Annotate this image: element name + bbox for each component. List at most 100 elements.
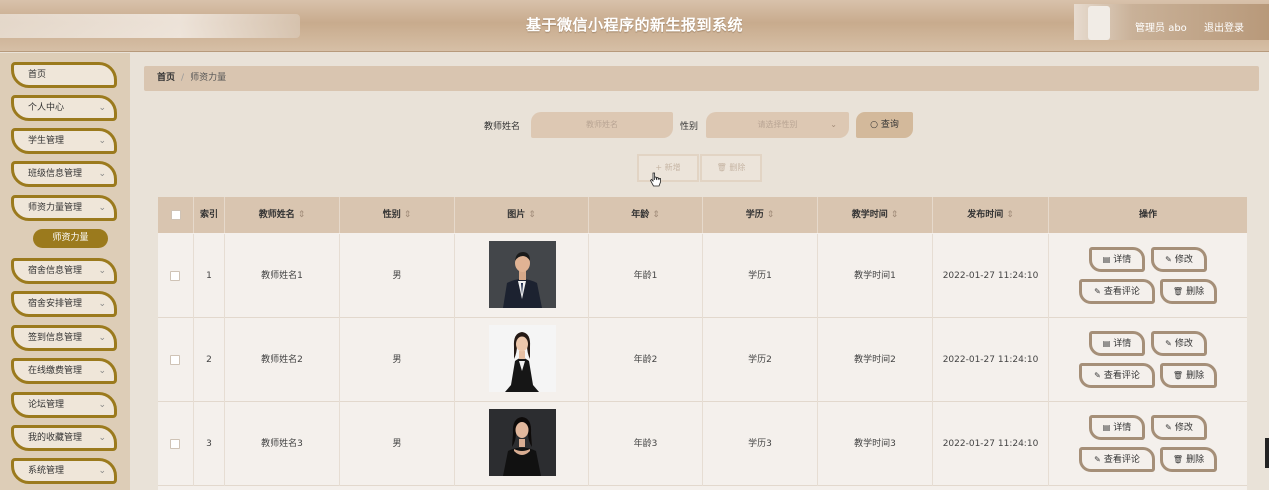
sidebar-item-label: 师资力量管理 [28,203,83,213]
sidebar-item-label: 我的收藏管理 [28,433,83,443]
breadcrumb-home[interactable]: 首页 [157,73,175,83]
cell-actions [1049,318,1247,402]
sort-icon: ⇕ [766,210,775,220]
pencil-icon: ✎ [1094,455,1101,464]
detail-button[interactable]: ▤ 详情 [1089,331,1145,356]
teacher-photo [489,241,556,308]
cell-gender: 男 [340,234,455,318]
teacher-photo [489,325,556,392]
trash-icon: 🗑 [716,163,730,172]
cell-age: 年龄1 [589,234,703,318]
teacher-photo [489,409,556,476]
delete-button[interactable]: 🗑 删除 [1160,363,1217,388]
sort-icon: ⇕ [890,210,899,220]
add-button[interactable]: + 新增 [637,154,699,182]
col-edu[interactable]: 学历 ⇕ [703,197,818,233]
cell-actions [1049,402,1247,486]
col-actions: 操作 [1138,210,1157,220]
col-gender[interactable]: 性别 ⇕ [340,197,455,233]
chevron-down-icon: ⌄ [98,466,106,476]
logout-link[interactable]: 退出登录 [1204,23,1244,34]
chevron-down-icon: ⌄ [98,299,106,309]
sort-icon: ⇕ [1006,210,1014,220]
trash-icon: 🗑 [1172,287,1184,296]
view-comments-button[interactable]: ✎ 查看评论 [1079,363,1155,388]
edit-button[interactable]: ✎ 修改 [1151,415,1207,440]
row-checkbox[interactable] [170,271,180,281]
sidebar-item-dorm-info[interactable]: 宿舍信息管理 ⌄ [11,258,117,284]
delete-button[interactable]: 🗑 删除 [1160,447,1217,472]
trash-icon: 🗑 [1172,371,1184,380]
cell-gender: 男 [340,318,455,402]
cell-name: 教师姓名1 [225,234,340,318]
view-comments-button[interactable]: ✎ 查看评论 [1079,447,1155,472]
sort-icon: ⇕ [528,210,536,220]
sidebar-item-favorites[interactable]: 我的收藏管理 ⌄ [11,425,117,451]
scrollbar-handle[interactable] [1265,438,1269,468]
sidebar-item-system[interactable]: 系统管理 ⌄ [11,458,117,484]
col-age[interactable]: 年龄 ⇕ [589,197,703,233]
select-all-checkbox[interactable] [171,210,181,220]
breadcrumb-current: 师资力量 [190,73,227,83]
plus-icon: + [655,163,665,172]
gender-label: 性别 [680,122,699,132]
batch-delete-button[interactable]: 🗑 删除 [700,154,762,182]
delete-button[interactable]: 🗑 删除 [1160,279,1217,304]
chevron-down-icon: ⌄ [98,433,106,443]
search-bar: 教师姓名 教师姓名 性别 请选择性别 ⌄ ○ 查询 [130,112,1269,138]
sidebar-item-home[interactable]: 首页 [11,62,117,88]
batch-delete-label: 删除 [729,163,746,172]
col-index: 索引 [194,197,225,233]
cell-name: 教师姓名3 [225,402,340,486]
row-checkbox[interactable] [170,355,180,365]
cell-publish-time: 2022-01-27 11:24:10 [933,402,1049,486]
cell-actions [1049,234,1247,318]
sidebar-item-label: 在线缴费管理 [28,366,83,376]
teacher-name-input[interactable]: 教师姓名 [531,112,673,138]
col-photo[interactable]: 图片 ⇕ [455,197,589,233]
sidebar-item-payment[interactable]: 在线缴费管理 ⌄ [11,358,117,384]
pencil-icon: ✎ [1165,339,1172,348]
row-checkbox[interactable] [170,439,180,449]
document-icon: ▤ [1102,339,1111,348]
edit-button[interactable]: ✎ 修改 [1151,331,1207,356]
sidebar-item-teachers[interactable]: 师资力量管理 ⌄ [11,195,117,221]
sidebar-item-checkin[interactable]: 签到信息管理 ⌄ [11,325,117,351]
cell-publish-time: 2022-01-27 11:24:10 [933,234,1049,318]
query-button[interactable]: ○ 查询 [856,112,913,138]
cell-age: 年龄3 [589,402,703,486]
chevron-down-icon: ⌄ [98,366,106,376]
sidebar-item-students[interactable]: 学生管理 ⌄ [11,128,117,154]
edit-button[interactable]: ✎ 修改 [1151,247,1207,272]
user-label[interactable]: 管理员 abo [1135,23,1187,34]
pencil-icon: ✎ [1094,371,1101,380]
sidebar-item-label: 宿舍信息管理 [28,266,83,276]
cell-teach-time: 教学时间1 [818,234,933,318]
col-teach-time[interactable]: 教学时间 ⇕ [818,197,933,233]
sidebar-item-personal[interactable]: 个人中心 ⌄ [11,95,117,121]
view-comments-button[interactable]: ✎ 查看评论 [1079,279,1155,304]
sidebar-subitem-teachers[interactable]: 师资力量 [33,229,108,248]
gender-select[interactable]: 请选择性别 ⌄ [706,112,849,138]
sidebar-item-label: 班级信息管理 [28,169,83,179]
sidebar-item-dorm-arrange[interactable]: 宿舍安排管理 ⌄ [11,291,117,317]
col-publish-time[interactable]: 发布时间 ⇕ [933,197,1049,233]
sidebar-item-label: 个人中心 [28,103,65,113]
sidebar-item-classes[interactable]: 班级信息管理 ⌄ [11,161,117,187]
sidebar-item-label: 系统管理 [28,466,65,476]
detail-button[interactable]: ▤ 详情 [1089,415,1145,440]
cell-edu: 学历3 [703,402,818,486]
cell-name: 教师姓名2 [225,318,340,402]
sidebar-item-label: 宿舍安排管理 [28,299,83,309]
col-name[interactable]: 教师姓名 ⇕ [225,197,340,233]
sidebar-item-forum[interactable]: 论坛管理 ⌄ [11,392,117,418]
sort-icon: ⇕ [652,210,660,220]
sidebar-item-label: 签到信息管理 [28,333,83,343]
detail-button[interactable]: ▤ 详情 [1089,247,1145,272]
cell-edu: 学历1 [703,234,818,318]
table-row: 3 教师姓名3 男 年龄3 学历3 教学时间3 2022-01-27 11:24… [158,402,1247,486]
table-header: 索引 教师姓名 ⇕ 性别 ⇕ 图片 ⇕ 年龄 ⇕ 学历 ⇕ 教学时间 ⇕ 发布时间 ⇕ 操作 [158,197,1247,233]
chevron-down-icon: ⌄ [98,136,106,146]
table-row: 1 教师姓名1 男 年龄1 学历1 教学时间1 2022-01-27 11:24… [158,234,1247,318]
sort-icon: ⇕ [403,210,412,220]
